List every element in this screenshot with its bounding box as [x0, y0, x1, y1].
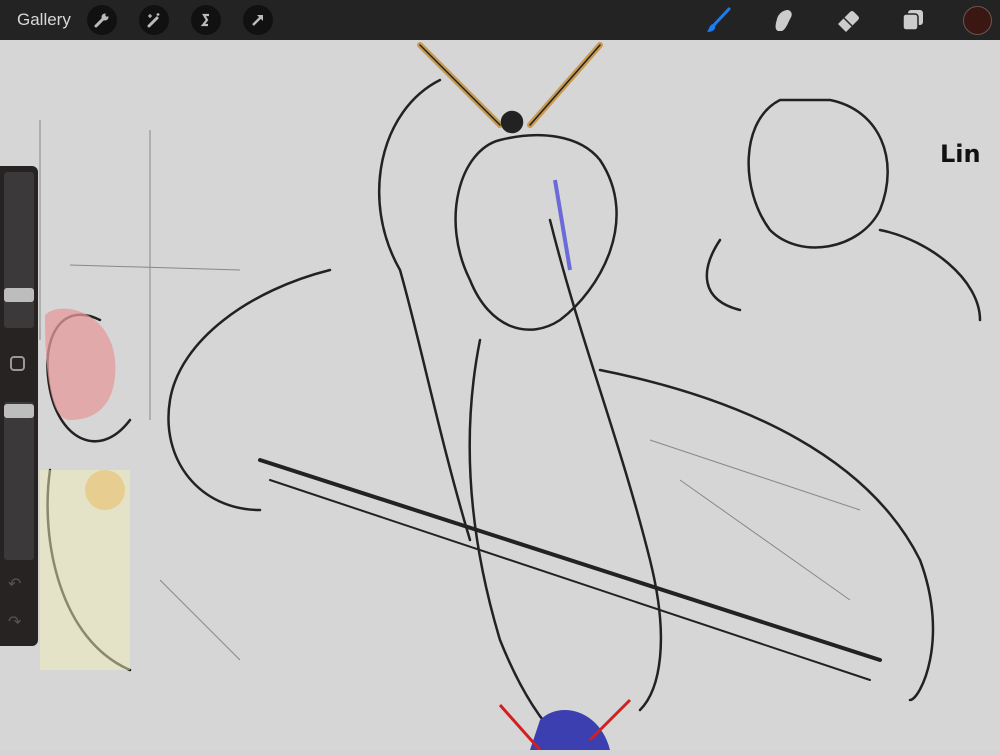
magic-wand-icon: [147, 13, 160, 28]
selection-icon: [200, 13, 209, 27]
undo-icon[interactable]: ↶: [8, 574, 21, 594]
transform-button[interactable]: [242, 5, 273, 35]
brush-size-thumb[interactable]: [4, 288, 34, 302]
actions-button[interactable]: [86, 5, 117, 35]
layers-icon: [902, 10, 923, 31]
gallery-button[interactable]: Gallery: [17, 10, 71, 30]
smudge-icon: [775, 10, 792, 31]
sidebar: ↶ ↷: [0, 166, 38, 646]
adjustments-button[interactable]: [138, 5, 169, 35]
sketch-label-text: Lin: [940, 140, 981, 168]
brush-button[interactable]: [703, 5, 733, 35]
sketch-artwork: [39, 42, 982, 751]
smudge-button[interactable]: [768, 5, 798, 35]
redo-icon[interactable]: ↷: [8, 612, 21, 632]
modify-button[interactable]: [10, 356, 25, 371]
drawing-canvas[interactable]: Lin: [0, 40, 1000, 751]
brush-size-slider[interactable]: [4, 172, 34, 328]
selection-button[interactable]: [190, 5, 221, 35]
opacity-thumb[interactable]: [4, 404, 34, 418]
eraser-icon: [838, 11, 859, 32]
opacity-slider[interactable]: [4, 402, 34, 560]
brush-icon: [707, 7, 731, 32]
wrench-icon: [94, 13, 109, 28]
right-tools: [703, 0, 1000, 40]
color-picker-button[interactable]: [963, 5, 992, 35]
layers-button[interactable]: [898, 5, 928, 35]
eraser-button[interactable]: [833, 5, 863, 35]
move-arrow-icon: [251, 15, 263, 26]
top-toolbar: Gallery: [0, 0, 1000, 40]
